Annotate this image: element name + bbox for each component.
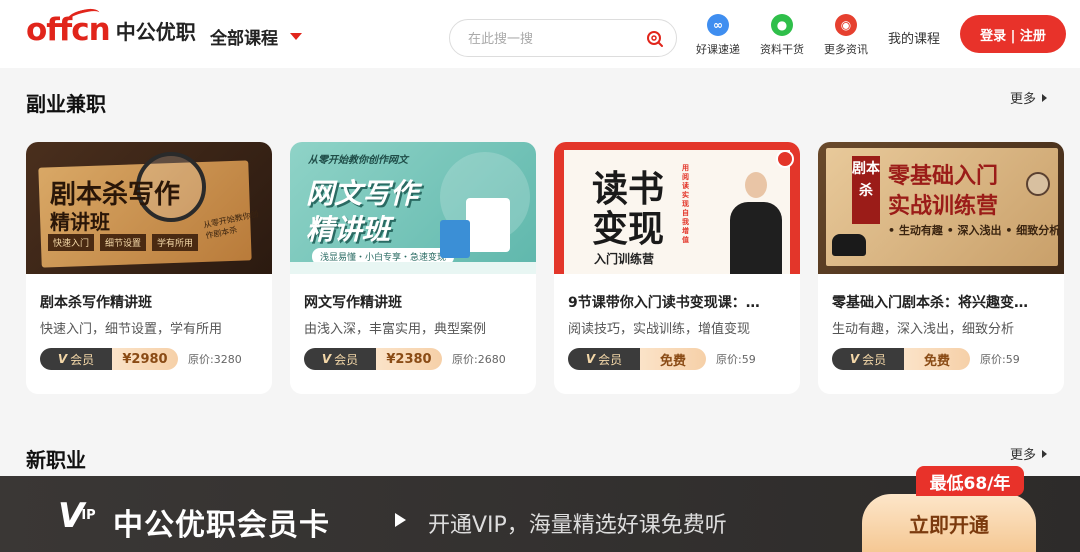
thumb-subtitle: 精讲班 xyxy=(306,213,391,246)
site-logo[interactable]: offcn 中公优职 xyxy=(26,5,196,48)
course-card[interactable]: 剧本杀写作 精讲班 快速入门 细节设置 学有所用 从零开始教你创作剧本杀 剧本杀… xyxy=(26,142,272,394)
quick-link-label: 资料干货 xyxy=(760,43,804,56)
thumb-subtitle: 变现 xyxy=(592,208,665,250)
vip-badge: V 会员 xyxy=(568,348,640,370)
thumb-tag: 快速入门 xyxy=(48,234,95,251)
vip-price: ¥2380 xyxy=(376,348,442,370)
course-thumbnail: 从零开始教你创作网文 网文写作 精讲班 浅显易懂・小白专享・急速变现 xyxy=(290,142,536,274)
course-title[interactable]: 剧本杀写作精讲班 xyxy=(40,292,260,312)
play-arrow-icon xyxy=(395,513,406,527)
course-thumbnail: 读书 变现 入门训练营 用阅读实现自我增值 xyxy=(554,142,800,274)
course-desc: 由浅入深，丰富实用，典型案例 xyxy=(304,322,487,337)
quick-link-label: 好课速递 xyxy=(696,43,740,56)
my-courses-link[interactable]: 我的课程 xyxy=(888,28,940,47)
original-price: 原价:2680 xyxy=(452,353,506,366)
brand-badge-icon xyxy=(776,150,794,168)
thumb-tagline: • 生动有趣 • 深入浅出 • 细致分析 xyxy=(888,224,1061,237)
vip-logo-icon: VIP xyxy=(58,496,96,536)
wechat-icon: ● xyxy=(771,14,793,36)
open-vip-button[interactable]: 立即开通 xyxy=(862,494,1036,552)
quick-link-courses[interactable]: ∞ 好课速递 xyxy=(688,14,748,57)
original-price: 原价:59 xyxy=(980,353,1020,366)
vip-badge: V 会员 xyxy=(40,348,112,370)
course-desc: 生动有趣，深入浅出，细致分析 xyxy=(832,322,1015,337)
section-title-side-job: 副业兼职 xyxy=(26,92,106,116)
course-title[interactable]: 网文写作精讲班 xyxy=(304,292,524,312)
original-price: 原价:59 xyxy=(716,353,756,366)
vip-price: 免费 xyxy=(640,348,706,370)
course-title[interactable]: 9节课带你入门读书变现课：… xyxy=(568,292,788,312)
search-icon[interactable] xyxy=(646,30,664,48)
thumb-seal: 剧本杀 xyxy=(852,156,880,224)
vip-icon: V xyxy=(321,352,332,366)
more-label: 更多 xyxy=(1010,92,1037,107)
logo-mark: offcn xyxy=(26,5,111,48)
chevron-right-icon xyxy=(1042,93,1048,102)
clock-icon xyxy=(1026,172,1050,196)
vip-badge: V 会员 xyxy=(304,348,376,370)
course-title[interactable]: 零基础入门剧本杀：将兴趣变… xyxy=(832,292,1052,312)
all-courses-menu[interactable]: 全部课程 xyxy=(210,24,302,49)
chevron-right-icon xyxy=(1042,449,1048,458)
desk-illustration xyxy=(290,262,536,274)
vip-price: ¥2980 xyxy=(112,348,178,370)
price-row: V 会员 免费 原价:59 xyxy=(568,348,756,370)
quick-link-label: 更多资讯 xyxy=(824,43,868,56)
thumb-title: 零基础入门 xyxy=(888,164,999,189)
thumb-title: 网文写作 xyxy=(306,177,419,210)
vip-badge: V 会员 xyxy=(832,348,904,370)
more-label: 更多 xyxy=(1010,448,1037,463)
instructor-photo xyxy=(730,168,782,274)
logo-text: 中公优职 xyxy=(115,19,196,44)
section-title-new-career: 新职业 xyxy=(26,448,86,472)
thumb-subtitle: 精讲班 xyxy=(50,210,110,234)
search-box xyxy=(449,19,677,57)
vip-icon: V xyxy=(849,352,860,366)
thumb-top-text: 从零开始教你创作网文 xyxy=(308,155,408,166)
login-register-button[interactable]: 登录 | 注册 xyxy=(960,15,1066,53)
all-courses-label: 全部课程 xyxy=(210,29,278,49)
search-input[interactable] xyxy=(468,29,628,49)
thumb-tag: 学有所用 xyxy=(152,234,199,251)
more-link-side-job[interactable]: 更多 xyxy=(1010,88,1048,107)
book-illustration xyxy=(440,220,470,258)
original-price: 原价:3280 xyxy=(188,353,242,366)
course-thumbnail: 剧本杀写作 精讲班 快速入门 细节设置 学有所用 从零开始教你创作剧本杀 xyxy=(26,142,272,274)
top-header: offcn 中公优职 全部课程 ∞ 好课速递 ● 资料干货 ◉ 更多资讯 我的课… xyxy=(0,0,1080,68)
vip-icon: V xyxy=(585,352,596,366)
banner-subtitle: 开通VIP，海量精选好课免费听 xyxy=(428,513,727,538)
thumb-tag: 细节设置 xyxy=(100,234,147,251)
document-illustration xyxy=(466,198,510,252)
course-thumbnail: 剧本杀 零基础入门 实战训练营 • 生动有趣 • 深入浅出 • 细致分析 xyxy=(818,142,1064,274)
thumb-tagline: 入门训练营 xyxy=(594,252,655,266)
quick-link-news[interactable]: ◉ 更多资讯 xyxy=(816,14,876,57)
course-card[interactable]: 从零开始教你创作网文 网文写作 精讲班 浅显易懂・小白专享・急速变现 网文写作精… xyxy=(290,142,536,394)
thumb-subtitle: 实战训练营 xyxy=(888,194,999,219)
vip-icon: V xyxy=(57,352,68,366)
banner-title: 中公优职会员卡 xyxy=(113,508,330,543)
price-row: V 会员 ¥2380 原价:2680 xyxy=(304,348,506,370)
course-card[interactable]: 剧本杀 零基础入门 实战训练营 • 生动有趣 • 深入浅出 • 细致分析 零基础… xyxy=(818,142,1064,394)
course-desc: 阅读技巧，实战训练，增值变现 xyxy=(568,322,751,337)
caret-down-icon xyxy=(290,33,302,40)
link-icon: ∞ xyxy=(707,14,729,36)
course-card[interactable]: 读书 变现 入门训练营 用阅读实现自我增值 9节课带你入门读书变现课：… 阅读技… xyxy=(554,142,800,394)
course-desc: 快速入门，细节设置，学有所用 xyxy=(40,322,223,337)
thumb-side-text: 用阅读实现自我增值 xyxy=(682,164,689,244)
price-row: V 会员 免费 原价:59 xyxy=(832,348,1020,370)
vip-price: 免费 xyxy=(904,348,970,370)
price-row: V 会员 ¥2980 原价:3280 xyxy=(40,348,242,370)
price-badge: 最低68/年 xyxy=(916,466,1024,496)
telephone-icon xyxy=(832,234,866,256)
weibo-icon: ◉ xyxy=(835,14,857,36)
more-link-new-career[interactable]: 更多 xyxy=(1010,444,1048,463)
quick-link-materials[interactable]: ● 资料干货 xyxy=(752,14,812,57)
